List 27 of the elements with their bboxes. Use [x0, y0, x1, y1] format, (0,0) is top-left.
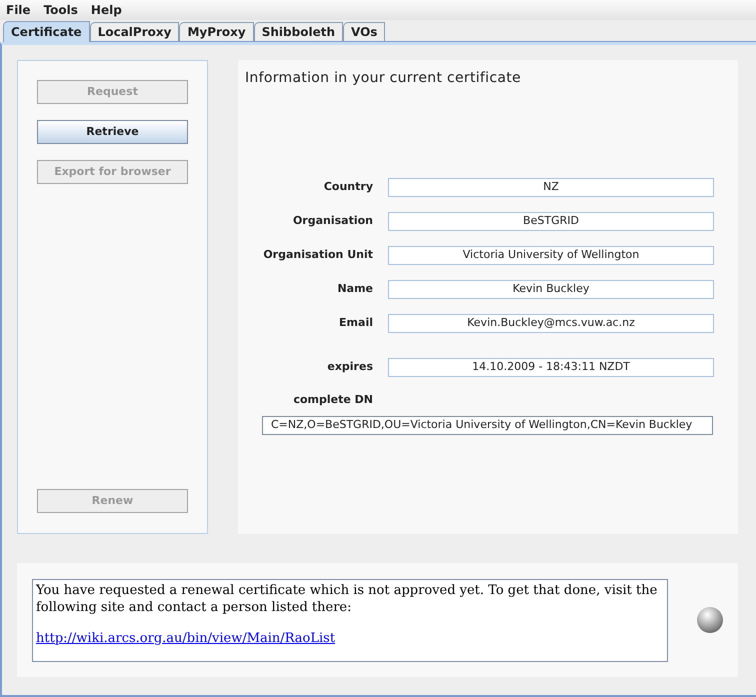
text-field[interactable]: C=NZ,O=BeSTGRID,OU=Victoria University of Wellington,CN=Kevin Buckley [262, 416, 713, 434]
menu-item[interactable]: Tools [44, 4, 78, 16]
field-label: Country [322, 179, 373, 196]
field-label: Email [338, 315, 373, 332]
text-field[interactable]: Kevin.Buckley@mcs.vuw.ac.nz [388, 314, 714, 333]
menu-item[interactable]: Help [90, 4, 122, 16]
text-field[interactable]: NZ [388, 178, 714, 197]
field-label: complete DN [292, 392, 373, 408]
text-field[interactable]: BeSTGRID [388, 212, 714, 231]
field-label: Organisation [292, 213, 373, 230]
field-label: Name [336, 281, 373, 298]
panel-title: Information in your current certificate [245, 69, 521, 88]
text-field[interactable]: 14.10.2009 - 18:43:11 NZDT [388, 358, 714, 377]
text-field[interactable]: Kevin Buckley [388, 280, 714, 299]
field-label: Organisation Unit [262, 247, 373, 264]
tab[interactable]: LocalProxy [90, 22, 180, 42]
link[interactable]: http://wiki.arcs.org.au/bin/view/Main/RaoList [36, 630, 336, 646]
menu-item[interactable]: File [6, 4, 31, 16]
tab[interactable]: Certificate [3, 21, 90, 42]
message-text: You have requested a renewal certificate which is not approved yet. To get that done, visit the following site and contact a person listed there: [36, 582, 658, 616]
field-label: expires [326, 359, 373, 376]
tab[interactable]: MyProxy [179, 22, 254, 42]
tab[interactable]: Shibboleth [254, 22, 343, 42]
sphere-icon [697, 607, 723, 633]
text-field[interactable]: Victoria University of Wellington [388, 246, 714, 265]
tab[interactable]: VOs [343, 22, 386, 42]
action-button[interactable]: Retrieve [37, 120, 188, 144]
